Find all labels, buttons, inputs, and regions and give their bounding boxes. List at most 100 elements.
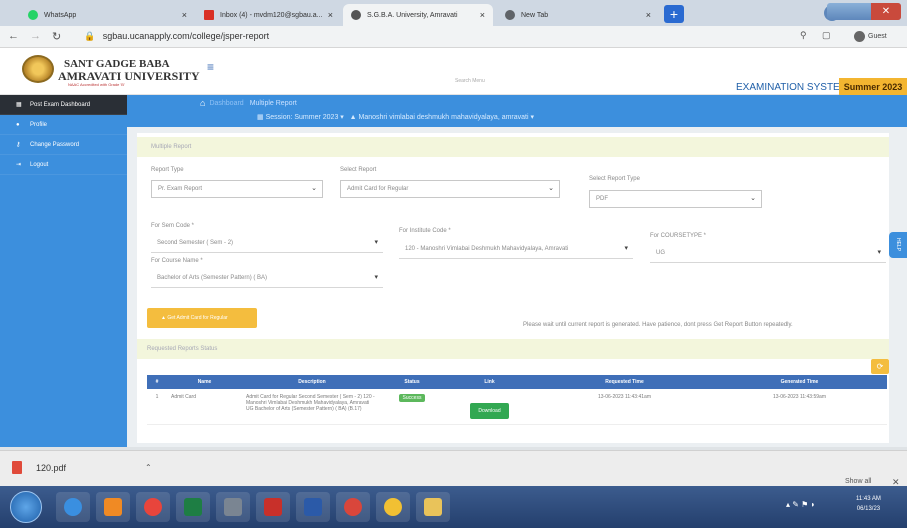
chrome-icon: [505, 10, 515, 20]
dashboard-icon: ▦: [16, 102, 22, 108]
chevron-down-icon: ▾: [877, 249, 881, 256]
col-description: Description: [242, 375, 382, 389]
report-type-select[interactable]: Pr. Exam Report ⌄: [151, 180, 323, 198]
window-controls[interactable]: ✕: [827, 3, 901, 20]
address-bar: ← → ↻ 🔒 sgbau.ucanapply.com/college/jspe…: [0, 26, 907, 48]
pdf-icon: [12, 461, 22, 474]
card-title: Multiple Report: [137, 137, 889, 157]
sidebar-item-logout[interactable]: ⇥ Logout: [0, 155, 127, 175]
course-name-select[interactable]: Bachelor of Arts (Semester Pattern) ( BA…: [151, 270, 383, 288]
institute-code-label: For Institute Code *: [399, 228, 451, 234]
institute-code-select[interactable]: 120 - Manoshri Vimlabai Deshmukh Mahavid…: [399, 241, 633, 259]
select-report-select[interactable]: Admit Card for Regular ⌄: [340, 180, 560, 198]
col-generated-time: Generated Time: [712, 375, 887, 389]
search-icon[interactable]: ⚲: [800, 30, 807, 41]
taskbar-printer[interactable]: [216, 492, 250, 522]
folder-icon: [424, 498, 442, 516]
get-report-button[interactable]: ▲ Get Admit Card for Regular: [147, 308, 257, 328]
sidebar-item-label: Change Password: [30, 141, 80, 148]
start-button[interactable]: [10, 491, 42, 523]
tab-whatsapp[interactable]: WhatsApp ×: [20, 4, 195, 26]
table-header-row: # Name Description Status Link Requested…: [147, 375, 887, 389]
app-icon: [344, 498, 362, 516]
chevron-up-icon[interactable]: ⌃: [145, 463, 152, 472]
university-tagline: NAAC Accredited with Grade 'B': [68, 82, 125, 87]
breadcrumb-current: Multiple Report: [249, 99, 297, 107]
taskbar-chrome-2[interactable]: [376, 492, 410, 522]
refresh-icon[interactable]: ⟳: [871, 359, 889, 374]
close-icon[interactable]: ×: [646, 10, 651, 20]
select-report-type-label: Select Report Type: [589, 176, 640, 182]
institute-text[interactable]: Manoshri vimlabai deshmukh mahavidyalaya…: [359, 114, 534, 121]
system-tray-icons[interactable]: ▴ ✎ ⚑ ◗: [786, 500, 815, 509]
tab-university[interactable]: S.G.B.A. University, Amravati ×: [343, 4, 493, 26]
profile-button[interactable]: Guest: [854, 31, 887, 42]
sem-code-label: For Sem Code *: [151, 223, 195, 229]
excel-icon: [184, 498, 202, 516]
taskbar-clock[interactable]: 11:43 AM 06/13/23: [856, 494, 881, 514]
cell-num: 1: [147, 389, 167, 425]
cell-name: Admit Card: [167, 389, 242, 425]
select-report-type-value: PDF: [596, 196, 608, 202]
taskbar-media[interactable]: [96, 492, 130, 522]
col-name: Name: [167, 375, 242, 389]
close-icon[interactable]: ×: [182, 10, 187, 20]
patience-note: Please wait until current report is gene…: [523, 322, 793, 328]
sidepanel-icon[interactable]: ▢: [822, 30, 831, 41]
menu-toggle-icon[interactable]: ≡: [207, 60, 214, 74]
tab-gmail[interactable]: Inbox (4) - mvdm120@sgbau.a... ×: [196, 4, 341, 26]
session-text[interactable]: Session: Summer 2023 ▾: [266, 114, 344, 121]
tab-new-tab[interactable]: New Tab ×: [497, 4, 659, 26]
sidebar-item-profile[interactable]: ● Profile: [0, 115, 127, 135]
taskbar-word[interactable]: [296, 492, 330, 522]
sidebar-item-label: Profile: [30, 121, 48, 128]
course-type-select[interactable]: UG ▾: [650, 245, 886, 263]
taskbar-app[interactable]: [336, 492, 370, 522]
forward-icon[interactable]: →: [30, 30, 41, 42]
close-icon[interactable]: ×: [328, 10, 333, 20]
cell-generated-time: 13-06-2023 11:43:59am: [712, 389, 887, 425]
whatsapp-icon: [28, 10, 38, 20]
close-icon[interactable]: ×: [480, 10, 485, 20]
select-report-type-select[interactable]: PDF ⌄: [589, 190, 762, 208]
select-report-label: Select Report: [340, 167, 377, 173]
tab-title: S.G.B.A. University, Amravati: [367, 11, 458, 19]
status-badge: Success: [398, 394, 426, 402]
tab-title: WhatsApp: [44, 11, 77, 19]
reload-icon[interactable]: ↻: [52, 30, 61, 43]
new-tab-button[interactable]: +: [664, 5, 684, 23]
url-field[interactable]: 🔒 sgbau.ucanapply.com/college/jsper-repo…: [84, 31, 269, 42]
taskbar-chrome[interactable]: [136, 492, 170, 522]
sem-code-value: Second Semester ( Sem - 2): [157, 240, 234, 246]
chevron-down-icon: ⌄: [311, 185, 317, 192]
col-num: #: [147, 375, 167, 389]
chrome-icon: [144, 498, 162, 516]
back-icon[interactable]: ←: [8, 30, 19, 42]
home-icon[interactable]: ⌂: [200, 98, 205, 108]
university-logo: [22, 55, 54, 83]
institute-code-value: 120 - Manoshri Vimlabai Deshmukh Mahavid…: [405, 246, 569, 252]
sidebar-item-change-password[interactable]: ⚷ Change Password: [0, 135, 127, 155]
help-tab[interactable]: HELP: [889, 232, 907, 258]
sem-code-select[interactable]: Second Semester ( Sem - 2) ▾: [151, 235, 383, 253]
taskbar-explorer[interactable]: [416, 492, 450, 522]
window-close-icon[interactable]: ✕: [871, 3, 901, 20]
system-title: EXAMINATION SYSTEM: [736, 82, 849, 93]
breadcrumb: ⌂ Dashboard Multiple Report: [200, 98, 297, 108]
univ-line2: AMRAVATI UNIVERSITY: [58, 69, 200, 83]
chevron-down-icon: ▾: [374, 239, 378, 246]
taskbar-excel[interactable]: [176, 492, 210, 522]
cell-requested-time: 13-06-2023 11:43:41am: [537, 389, 712, 425]
session-badge: Summer 2023: [839, 78, 907, 96]
key-icon: ⚷: [16, 142, 21, 148]
search-menu-input[interactable]: Search Menu: [455, 78, 485, 84]
sidebar-item-dashboard[interactable]: ▦ Post Exam Dashboard: [0, 95, 127, 115]
taskbar-acrobat[interactable]: [256, 492, 290, 522]
show-all-button[interactable]: Show all: [845, 478, 871, 485]
session-selector[interactable]: ▦ Session: Summer 2023 ▾ ▲ Manoshri viml…: [257, 113, 534, 121]
download-button[interactable]: Download: [470, 403, 509, 419]
download-file-name[interactable]: 120.pdf: [36, 463, 66, 473]
tab-title: New Tab: [521, 11, 549, 19]
breadcrumb-home[interactable]: Dashboard: [209, 100, 243, 107]
taskbar-ie[interactable]: [56, 492, 90, 522]
